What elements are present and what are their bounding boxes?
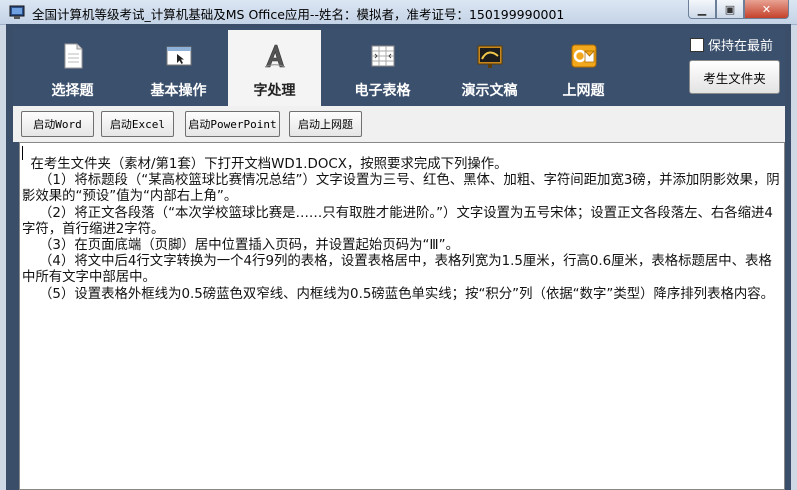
tab-spreadsheet[interactable]: 电子表格	[336, 30, 429, 106]
close-button[interactable]: ✕	[744, 0, 789, 19]
launch-powerpoint-button[interactable]: 启动PowerPoint	[185, 111, 280, 137]
launch-excel-button[interactable]: 启动Excel	[101, 111, 174, 137]
slideshow-icon	[477, 45, 502, 68]
question-text: 在考生文件夹（素材/第1套）下打开文档WD1.DOCX，按照要求完成下列操作。 …	[22, 157, 782, 303]
tab-label: 基本操作	[150, 83, 207, 99]
document-icon	[64, 43, 82, 69]
title-bar: 全国计算机等级考试_计算机基础及MS Office应用--姓名：模拟者，准考证号…	[0, 0, 797, 25]
launch-internet-button[interactable]: 启动上网题	[289, 111, 362, 137]
tab-word-processing[interactable]: 字处理	[228, 30, 321, 106]
keep-on-top-checkbox[interactable]	[690, 37, 704, 52]
question-item: （5）设置表格外框线为0.5磅蓝色双窄线、内框线为0.5磅蓝色单实线；按“积分”…	[22, 286, 775, 302]
tab-basic-operation[interactable]: 基本操作	[132, 30, 225, 106]
examinee-folder-button[interactable]: 考生文件夹	[689, 60, 780, 94]
question-item: （1）将标题段（“某高校篮球比赛情况总结”）文字设置为三号、红色、黑体、加粗、字…	[22, 173, 780, 205]
question-item: （2）将正文各段落（“本次学校篮球比赛是……只有取胜才能进阶。”）文字设置为五号…	[22, 205, 773, 237]
question-text-area[interactable]: 在考生文件夹（素材/第1套）下打开文档WD1.DOCX，按照要求完成下列操作。 …	[19, 142, 785, 490]
maximize-button[interactable]: ▣	[716, 0, 744, 19]
app-icon	[9, 5, 25, 19]
question-item: （4）将文中后4行文字转换为一个4行9列的表格，设置表格居中，表格列宽为1.5厘…	[22, 254, 772, 286]
launch-toolbar: 启动Word 启动Excel 启动PowerPoint 启动上网题	[13, 106, 785, 142]
question-item: （3）在页面底端（页脚）居中位置插入页码，并设置起始页码为“Ⅲ”。	[22, 238, 459, 254]
tab-presentation[interactable]: 演示文稿	[443, 30, 536, 106]
keep-on-top-label: 保持在最前	[708, 39, 774, 54]
window-cursor-icon	[166, 46, 191, 66]
launch-word-button[interactable]: 启动Word	[21, 111, 94, 137]
instruction-line: 在考生文件夹（素材/第1套）下打开文档WD1.DOCX，按照要求完成下列操作。	[22, 157, 508, 172]
tab-label: 电子表格	[354, 83, 411, 99]
tab-label: 上网题	[562, 83, 605, 99]
outlook-icon	[571, 44, 596, 68]
tab-internet[interactable]: 上网题	[537, 30, 630, 106]
tab-label: 字处理	[253, 83, 296, 99]
tab-choice[interactable]: 选择题	[26, 30, 119, 106]
spreadsheet-icon	[371, 45, 394, 67]
letter-a-icon	[264, 44, 285, 68]
minimize-button[interactable]: ▁	[688, 0, 716, 19]
keep-on-top-option[interactable]: 保持在最前	[690, 35, 773, 54]
window-title: 全国计算机等级考试_计算机基础及MS Office应用--姓名：模拟者，准考证号…	[32, 7, 565, 22]
nav-bar: 选择题 基本操作 字处理 电子表格 演示文稿 上网题	[13, 28, 785, 106]
tab-label: 演示文稿	[461, 83, 518, 99]
tab-label: 选择题	[51, 83, 94, 99]
